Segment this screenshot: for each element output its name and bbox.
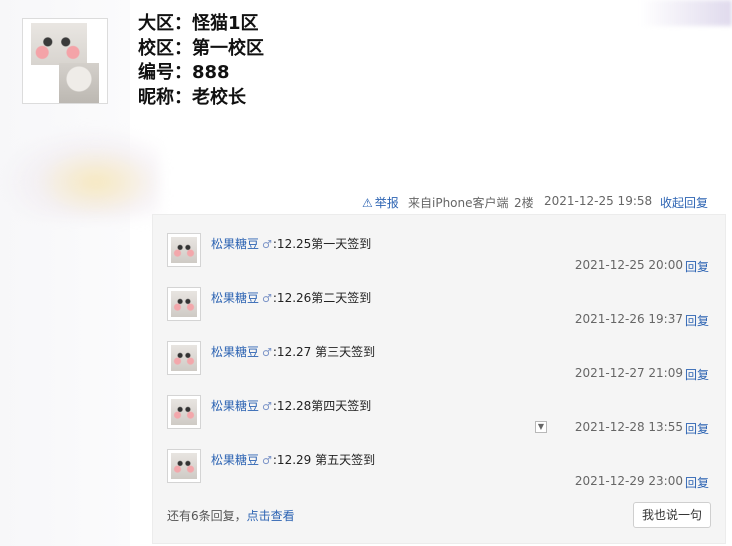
chevron-down-icon[interactable]: ▼ [535, 421, 547, 433]
background-blur-left [0, 128, 160, 218]
view-more-link[interactable]: 点击查看 [247, 509, 295, 523]
reply-username[interactable]: 松果糖豆 [211, 291, 259, 305]
reply-item: 松果糖豆 ♂:12.25第一天签到 2021-12-25 20:00 回复 [153, 233, 725, 287]
reply-avatar[interactable] [167, 287, 201, 321]
reply-panel: 松果糖豆 ♂:12.25第一天签到 2021-12-25 20:00 回复 松果糖… [152, 214, 726, 544]
reply-item: 松果糖豆 ♂:12.27 第三天签到 2021-12-27 21:09 回复 [153, 341, 725, 395]
profile-row-region: 大区：怪猫1区 [138, 13, 259, 34]
reply-username[interactable]: 松果糖豆 [211, 345, 259, 359]
reply-time: 2021-12-27 21:09 [574, 366, 683, 380]
reply-item: 松果糖豆 ♂:12.29 第五天签到 2021-12-29 23:00 回复 [153, 449, 725, 503]
reply-button[interactable]: 回复 [685, 420, 709, 437]
post-source: 来自iPhone客户端 [408, 196, 509, 210]
reply-content: :12.27 第三天签到 [272, 345, 376, 359]
male-icon: ♂ [262, 292, 272, 305]
warning-icon: ⚠ [362, 196, 373, 210]
reply-item: 松果糖豆 ♂:12.26第二天签到 2021-12-26 19:37 回复 [153, 287, 725, 341]
reply-line: 松果糖豆 ♂:12.27 第三天签到 [211, 343, 375, 360]
reply-content: :12.29 第五天签到 [272, 453, 376, 467]
reply-line: 松果糖豆 ♂:12.26第二天签到 [211, 289, 371, 306]
author-avatar[interactable] [22, 18, 108, 104]
avatar-image-top [31, 23, 87, 65]
reply-time: 2021-12-26 19:37 [574, 312, 683, 326]
reply-avatar[interactable] [167, 341, 201, 375]
reply-line: 松果糖豆 ♂:12.25第一天签到 [211, 235, 371, 252]
reply-time: 2021-12-25 20:00 [574, 258, 683, 272]
post-floor: 2楼 [514, 196, 534, 210]
avatar-image-bottom [59, 63, 99, 103]
post-timestamp: 2021-12-25 19:58 [544, 194, 653, 208]
reply-username[interactable]: 松果糖豆 [211, 453, 259, 467]
reply-content: :12.25第一天签到 [272, 237, 372, 251]
more-replies: 还有6条回复，点击查看 [167, 509, 295, 523]
report-link[interactable]: ⚠ 举报 [362, 194, 399, 211]
profile-row-number: 编号：888 [138, 62, 230, 83]
reply-content: :12.28第四天签到 [272, 399, 372, 413]
reply-button[interactable]: 回复 [685, 258, 709, 275]
reply-line: 松果糖豆 ♂:12.29 第五天签到 [211, 451, 375, 468]
say-something-button[interactable]: 我也说一句 [633, 502, 711, 528]
reply-username[interactable]: 松果糖豆 [211, 399, 259, 413]
reply-avatar[interactable] [167, 449, 201, 483]
reply-content: :12.26第二天签到 [272, 291, 372, 305]
profile-row-nickname: 昵称：老校长 [138, 86, 246, 108]
post-content: 大区：怪猫1区 校区：第一校区 编号：888 昵称：老校长 [138, 12, 264, 110]
background-blur [640, 0, 732, 26]
reply-button[interactable]: 回复 [685, 366, 709, 383]
reply-avatar[interactable] [167, 233, 201, 267]
reply-line: 松果糖豆 ♂:12.28第四天签到 [211, 397, 371, 414]
profile-row-campus: 校区：第一校区 [138, 37, 264, 59]
reply-item: 松果糖豆 ♂:12.28第四天签到 2021-12-28 13:55 回复 [153, 395, 725, 449]
male-icon: ♂ [262, 238, 272, 251]
male-icon: ♂ [262, 454, 272, 467]
male-icon: ♂ [262, 346, 272, 359]
reply-time: 2021-12-28 13:55 [574, 420, 683, 434]
collapse-replies-link[interactable]: 收起回复 [660, 194, 708, 211]
reply-avatar[interactable] [167, 395, 201, 429]
reply-time: 2021-12-29 23:00 [574, 474, 683, 488]
male-icon: ♂ [262, 400, 272, 413]
reply-button[interactable]: 回复 [685, 474, 709, 491]
reply-username[interactable]: 松果糖豆 [211, 237, 259, 251]
reply-button[interactable]: 回复 [685, 312, 709, 329]
